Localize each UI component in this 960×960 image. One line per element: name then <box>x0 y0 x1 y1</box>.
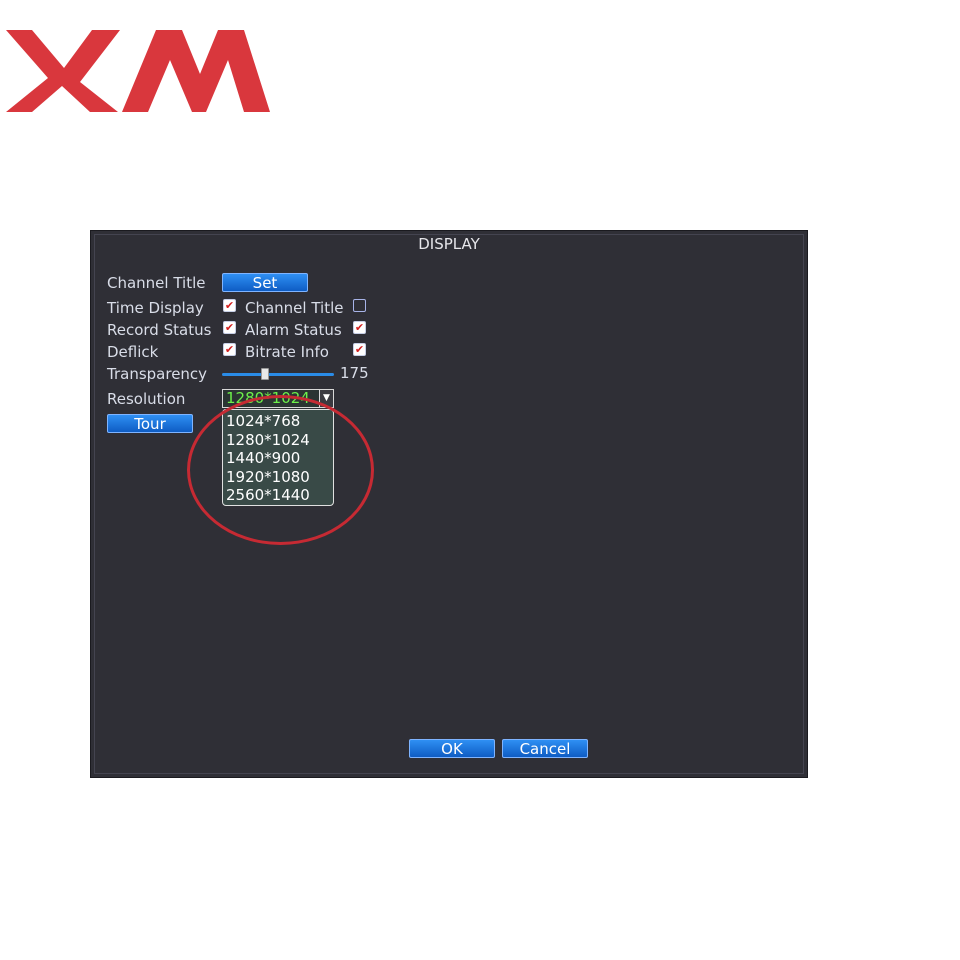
transparency-label: Transparency <box>107 365 208 383</box>
check-icon: ✔ <box>224 343 235 356</box>
resolution-option[interactable]: 1024*768 <box>223 412 333 431</box>
channel-title-checkbox[interactable] <box>353 299 366 312</box>
check-icon: ✔ <box>354 343 365 356</box>
tour-button[interactable]: Tour <box>107 414 193 433</box>
brand-logo <box>6 30 270 112</box>
transparency-slider-track[interactable] <box>222 373 334 376</box>
channel-title-set-button[interactable]: Set <box>222 273 308 292</box>
chevron-down-icon[interactable]: ▼ <box>319 390 333 407</box>
display-dialog: DISPLAY Channel Title Set Time Display ✔… <box>90 230 808 778</box>
resolution-dropdown[interactable]: 1024*768 1280*1024 1440*900 1920*1080 25… <box>222 409 334 506</box>
resolution-label: Resolution <box>107 390 186 408</box>
time-display-label: Time Display <box>107 299 204 317</box>
resolution-select[interactable]: 1280*1024 ▼ <box>222 389 334 408</box>
record-status-label: Record Status <box>107 321 212 339</box>
resolution-option[interactable]: 1440*900 <box>223 449 333 468</box>
channel-title-label: Channel Title <box>107 274 206 292</box>
resolution-option[interactable]: 1920*1080 <box>223 468 333 487</box>
alarm-status-label: Alarm Status <box>245 321 342 339</box>
record-status-checkbox[interactable]: ✔ <box>223 321 236 334</box>
time-display-checkbox[interactable]: ✔ <box>223 299 236 312</box>
channel-title-toggle-label: Channel Title <box>245 299 344 317</box>
resolution-option[interactable]: 2560*1440 <box>223 486 333 505</box>
check-icon: ✔ <box>224 299 235 312</box>
transparency-slider-thumb[interactable] <box>260 368 269 380</box>
deflick-checkbox[interactable]: ✔ <box>223 343 236 356</box>
resolution-option[interactable]: 1280*1024 <box>223 431 333 450</box>
resolution-selected-value: 1280*1024 <box>226 389 310 407</box>
check-icon: ✔ <box>224 321 235 334</box>
alarm-status-checkbox[interactable]: ✔ <box>353 321 366 334</box>
bitrate-info-checkbox[interactable]: ✔ <box>353 343 366 356</box>
transparency-value: 175 <box>340 364 369 382</box>
deflick-label: Deflick <box>107 343 159 361</box>
bitrate-info-label: Bitrate Info <box>245 343 329 361</box>
ok-button[interactable]: OK <box>409 739 495 758</box>
cancel-button[interactable]: Cancel <box>502 739 588 758</box>
check-icon: ✔ <box>354 321 365 334</box>
dialog-title: DISPLAY <box>418 235 480 253</box>
